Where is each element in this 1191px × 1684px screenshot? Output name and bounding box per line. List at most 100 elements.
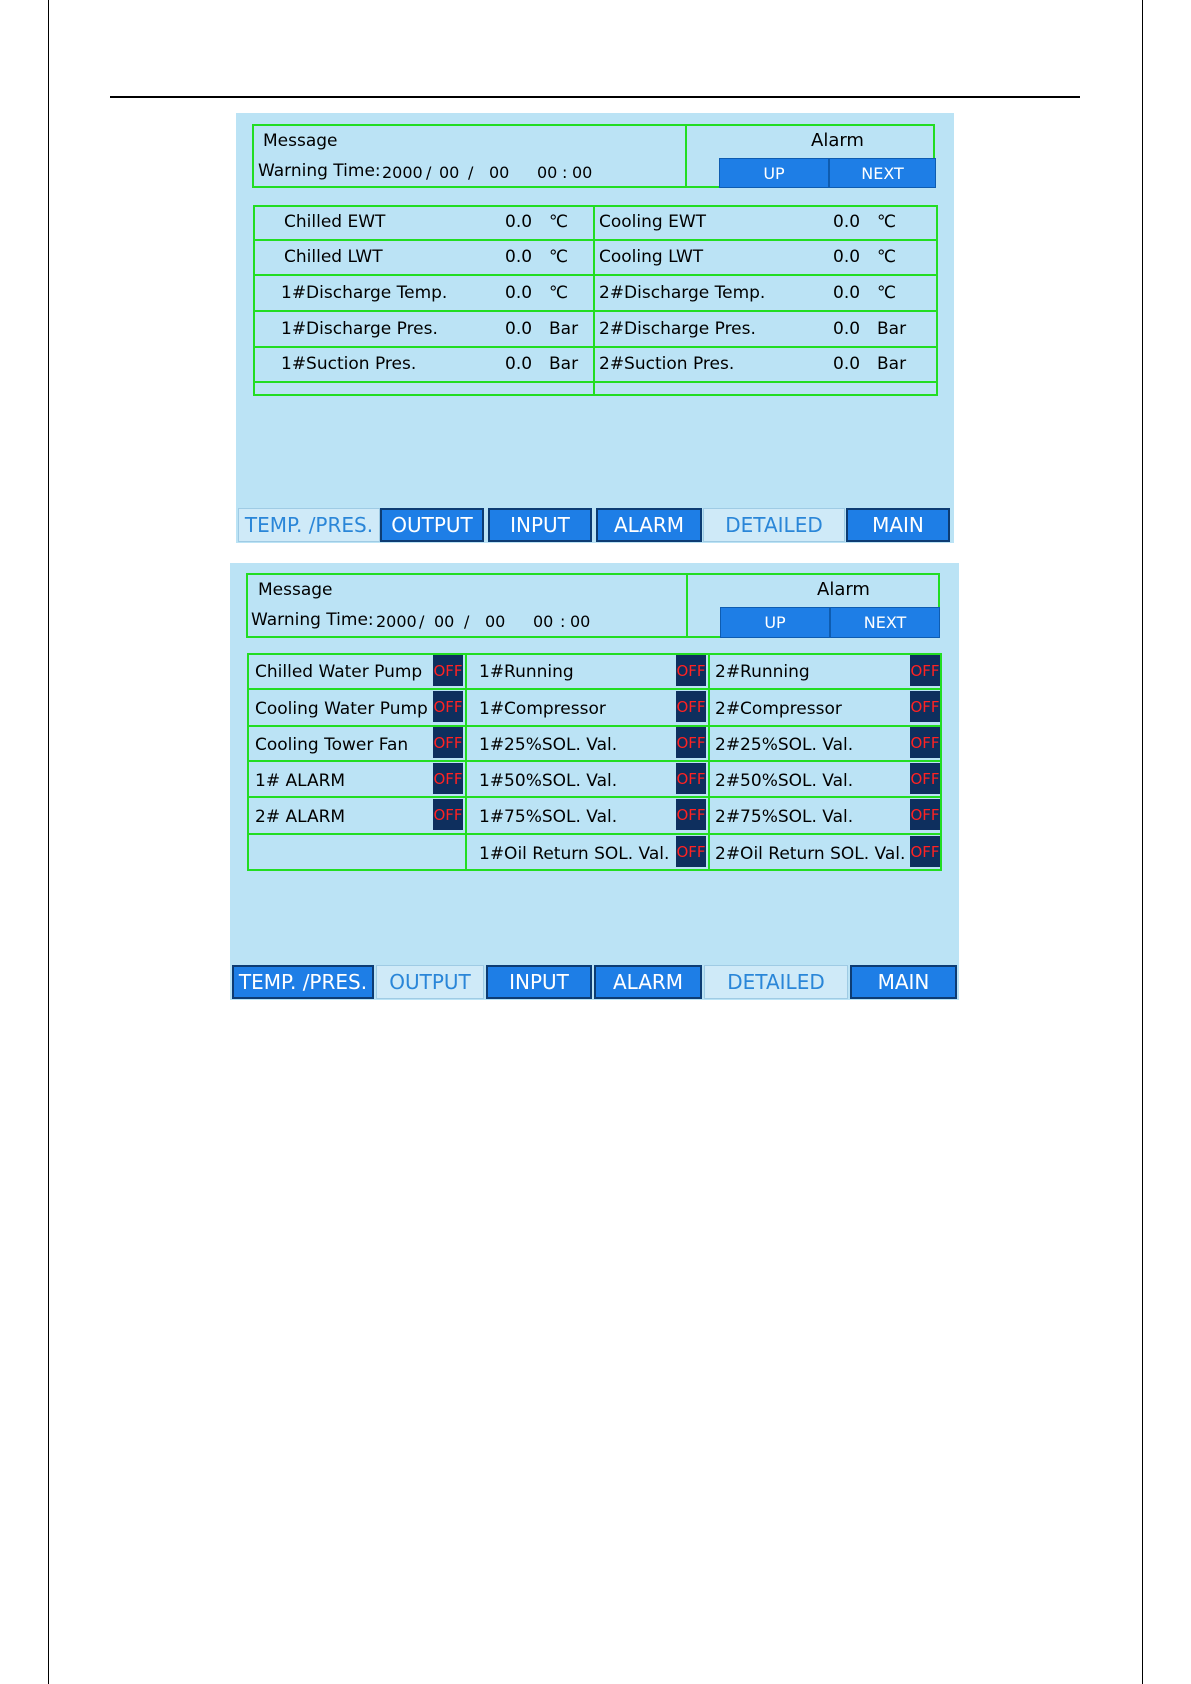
output-label: 1#Compressor [479,699,606,719]
table-row-line [253,381,938,383]
tab-main[interactable]: MAIN [846,508,950,542]
time-sep: / [468,163,474,182]
sensor-name: 1#Discharge Pres. [281,319,438,339]
output-label: 2# ALARM [255,807,346,827]
time-day: 00 [489,163,510,182]
table-row-line [247,760,942,762]
time-year: 2000 [376,612,417,631]
time-sep: / [426,163,432,182]
sensor-unit: ℃ [877,283,897,303]
time-hour: 00 [537,163,558,182]
sensor-name: Cooling LWT [599,247,704,267]
sensor-unit: ℃ [549,283,569,303]
sensor-name: Cooling EWT [599,212,707,232]
status-off-indicator: OFF [433,727,463,758]
table-row-line [253,310,938,312]
sensor-name: 1#Discharge Temp. [281,283,448,303]
time-sep: : [562,163,568,182]
sensor-value: 0.0 [505,283,533,303]
status-off-indicator: OFF [676,655,706,686]
alarm-label: Alarm [811,130,864,151]
output-label: 2#50%SOL. Val. [715,771,854,791]
time-hour: 00 [533,612,554,631]
output-label: 2#Compressor [715,699,842,719]
table-row-line [247,833,942,835]
time-sep: : [560,612,566,631]
table-row-line [253,346,938,348]
next-button[interactable]: NEXT [829,158,936,188]
status-off-indicator: OFF [676,836,706,867]
temp-pres-screen: Message Warning Time: 2000 / 00 / 00 00 … [236,113,954,543]
sensor-name: 2#Discharge Temp. [599,283,766,303]
tab-temp-pres[interactable]: TEMP. /PRES. [238,508,380,542]
status-off-indicator: OFF [910,727,940,758]
tab-output[interactable]: OUTPUT [376,965,484,999]
status-off-indicator: OFF [433,763,463,794]
next-button[interactable]: NEXT [830,607,940,638]
time-sep: / [464,612,470,631]
tab-main[interactable]: MAIN [850,965,957,999]
output-label: Chilled Water Pump [255,662,423,682]
status-off-indicator: OFF [910,836,940,867]
time-month: 00 [434,612,455,631]
time-minute: 00 [570,612,591,631]
warning-time-label: Warning Time: [251,610,374,630]
sensor-value: 0.0 [833,354,861,374]
sensor-unit: Bar [549,354,579,374]
sensor-value: 0.0 [833,319,861,339]
sensor-name: 2#Discharge Pres. [599,319,756,339]
status-off-indicator: OFF [910,655,940,686]
output-label: Cooling Tower Fan [255,735,409,755]
output-screen: Message Warning Time: 2000 / 00 / 00 00 … [230,563,959,1000]
tab-temp-pres[interactable]: TEMP. /PRES. [232,965,374,999]
table-row-line [247,725,942,727]
table-frame [247,653,942,871]
output-label: 1#25%SOL. Val. [479,735,618,755]
tab-alarm[interactable]: ALARM [596,508,702,542]
time-day: 00 [485,612,506,631]
warning-time-label: Warning Time: [258,161,381,181]
status-off-indicator: OFF [910,691,940,722]
time-month: 00 [439,163,460,182]
tab-detailed[interactable]: DETAILED [704,965,848,999]
status-off-indicator: OFF [910,799,940,830]
sensor-unit: ℃ [877,247,897,267]
up-button[interactable]: UP [720,607,830,638]
status-off-indicator: OFF [676,799,706,830]
output-label: 1#Oil Return SOL. Val. [479,844,670,864]
status-off-indicator: OFF [433,691,463,722]
time-minute: 00 [572,163,593,182]
sensor-unit: Bar [549,319,579,339]
up-button[interactable]: UP [719,158,829,188]
sensor-unit: Bar [877,319,907,339]
sensor-value: 0.0 [505,354,533,374]
output-label: 2#75%SOL. Val. [715,807,854,827]
tab-alarm[interactable]: ALARM [594,965,702,999]
table-row-line [247,688,942,690]
tab-input[interactable]: INPUT [486,965,592,999]
sensor-value: 0.0 [505,319,533,339]
header-rule [110,96,1080,98]
table-row-line [253,239,938,241]
status-off-indicator: OFF [433,655,463,686]
sensor-name: Chilled LWT [284,247,383,267]
time-sep: / [419,612,425,631]
table-divider [593,205,595,396]
output-label: 2#Oil Return SOL. Val. [715,844,906,864]
status-off-indicator: OFF [676,727,706,758]
sensor-value: 0.0 [833,283,861,303]
sensor-unit: ℃ [549,212,569,232]
sensor-value: 0.0 [505,212,533,232]
tab-output[interactable]: OUTPUT [380,508,484,542]
output-label: 1#Running [479,662,574,682]
table-divider [465,653,467,871]
time-year: 2000 [382,163,423,182]
sensor-name: 2#Suction Pres. [599,354,735,374]
sensor-unit: ℃ [549,247,569,267]
tab-input[interactable]: INPUT [488,508,592,542]
status-off-indicator: OFF [676,691,706,722]
sensor-name: Chilled EWT [284,212,386,232]
tab-detailed[interactable]: DETAILED [703,508,845,542]
status-off-indicator: OFF [433,799,463,830]
output-label: 1#50%SOL. Val. [479,771,618,791]
